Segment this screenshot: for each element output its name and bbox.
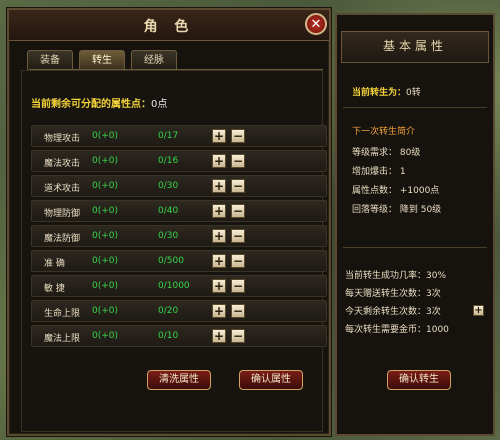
attribute-base-value: 0(+0) <box>92 181 119 191</box>
decrease-button[interactable]: − <box>231 254 245 268</box>
remaining-points-value: 0点 <box>151 99 168 110</box>
increase-button[interactable]: + <box>212 129 226 143</box>
crit-bonus: 增加爆击： 1 <box>352 167 406 177</box>
increase-button[interactable]: + <box>212 154 226 168</box>
attribute-row: 生命上限 0(+0) 0/20 + − <box>31 300 327 322</box>
increase-button[interactable]: + <box>212 329 226 343</box>
remaining-points: 当前剩余可分配的属性点：0点 <box>31 95 167 110</box>
attribute-allocation: 0/500 <box>158 256 184 266</box>
attribute-row: 魔法攻击 0(+0) 0/16 + − <box>31 150 327 172</box>
attribute-allocation: 0/40 <box>158 206 179 216</box>
decrease-button[interactable]: − <box>231 279 245 293</box>
attribute-base-value: 0(+0) <box>92 131 119 141</box>
success-rate: 当前转生成功几率：30% <box>345 271 447 281</box>
attribute-name: 准 确 <box>44 259 65 269</box>
attribute-base-value: 0(+0) <box>92 281 119 291</box>
attribute-row: 物理防御 0(+0) 0/40 + − <box>31 200 327 222</box>
decrease-button[interactable]: − <box>231 179 245 193</box>
attribute-name: 物理防御 <box>44 209 81 219</box>
tab-rebirth[interactable]: 转生 <box>79 50 125 70</box>
level-requirement: 等级需求： 80级 <box>352 148 421 158</box>
attribute-name: 生命上限 <box>44 309 81 319</box>
increase-button[interactable]: + <box>212 204 226 218</box>
attribute-base-value: 0(+0) <box>92 331 119 341</box>
tab-equipment[interactable]: 装备 <box>27 50 73 70</box>
attribute-name: 魔法防御 <box>44 234 81 244</box>
attribute-allocation: 0/30 <box>158 181 179 191</box>
attribute-name: 物理攻击 <box>44 134 81 144</box>
fallback-level: 回落等级： 降到 50级 <box>352 205 442 215</box>
attribute-base-value: 0(+0) <box>92 306 119 316</box>
increase-button[interactable]: + <box>212 279 226 293</box>
attribute-allocation: 0/20 <box>158 306 179 316</box>
panel-title: 角 色 <box>143 19 195 35</box>
decrease-button[interactable]: − <box>231 329 245 343</box>
attribute-name: 道术攻击 <box>44 184 81 194</box>
decrease-button[interactable]: − <box>231 204 245 218</box>
gold-cost: 每次转生需要金币：1000 <box>345 325 449 335</box>
attribute-base-value: 0(+0) <box>92 256 119 266</box>
attribute-row: 魔法防御 0(+0) 0/30 + − <box>31 225 327 247</box>
attribute-row: 魔法上限 0(+0) 0/10 + − <box>31 325 327 347</box>
attribute-base-value: 0(+0) <box>92 231 119 241</box>
confirm-attributes-button[interactable]: 确认属性 <box>239 370 303 390</box>
decrease-button[interactable]: − <box>231 154 245 168</box>
attribute-allocation: 0/10 <box>158 331 179 341</box>
attribute-allocation: 0/16 <box>158 156 179 166</box>
attributes-panel: 基本属性 当前转生为：0转 下一次转生简介 等级需求： 80级 增加爆击： 1 … <box>335 13 495 436</box>
attribute-base-value: 0(+0) <box>92 206 119 216</box>
character-panel: 角 色 ✕ 装备 转生 经脉 当前剩余可分配的属性点：0点 物理攻击 0(+0) 0… <box>7 8 331 436</box>
divider <box>343 247 487 248</box>
daily-gift-count: 每天赠送转生次数：3次 <box>345 289 441 299</box>
attribute-allocation: 0/1000 <box>158 281 190 291</box>
attribute-row: 准 确 0(+0) 0/500 + − <box>31 250 327 272</box>
attribute-allocation: 0/30 <box>158 231 179 241</box>
next-rebirth-title: 下一次转生简介 <box>352 127 416 137</box>
close-button[interactable]: ✕ <box>305 13 327 35</box>
decrease-button[interactable]: − <box>231 229 245 243</box>
attribute-row: 敏 捷 0(+0) 0/1000 + − <box>31 275 327 297</box>
remaining-count: 今天剩余转生次数：3次 <box>345 307 441 317</box>
attribute-points: 属性点数： +1000点 <box>352 186 440 196</box>
attribute-name: 敏 捷 <box>44 284 65 294</box>
rebirth-status-label: 当前转生为： <box>352 88 407 98</box>
decrease-button[interactable]: − <box>231 129 245 143</box>
increase-button[interactable]: + <box>212 254 226 268</box>
remaining-points-label: 当前剩余可分配的属性点： <box>31 99 151 110</box>
attribute-base-value: 0(+0) <box>92 156 119 166</box>
attribute-row: 道术攻击 0(+0) 0/30 + − <box>31 175 327 197</box>
attribute-name: 魔法攻击 <box>44 159 81 169</box>
attribute-row: 物理攻击 0(+0) 0/17 + − <box>31 125 327 147</box>
add-rebirth-count-button[interactable]: + <box>473 305 484 316</box>
divider <box>343 107 487 108</box>
confirm-rebirth-button[interactable]: 确认转生 <box>387 370 451 390</box>
rebirth-status-value: 0转 <box>406 88 421 98</box>
attributes-title: 基本属性 <box>341 31 489 63</box>
increase-button[interactable]: + <box>212 304 226 318</box>
attribute-allocation: 0/17 <box>158 131 179 141</box>
reset-attributes-button[interactable]: 清洗属性 <box>147 370 211 390</box>
decrease-button[interactable]: − <box>231 304 245 318</box>
increase-button[interactable]: + <box>212 229 226 243</box>
tab-meridian[interactable]: 经脉 <box>131 50 177 70</box>
title-bar: 角 色 ✕ <box>9 10 329 41</box>
attribute-name: 魔法上限 <box>44 334 81 344</box>
increase-button[interactable]: + <box>212 179 226 193</box>
rebirth-status: 当前转生为：0转 <box>352 85 421 98</box>
